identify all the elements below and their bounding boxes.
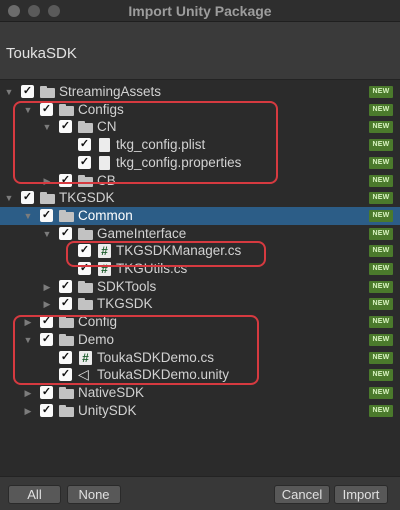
footer: All None Cancel Import: [0, 476, 400, 510]
item-checkbox[interactable]: ✓: [59, 226, 72, 240]
folder-icon: [40, 191, 55, 205]
folder-icon: [40, 85, 55, 99]
tree-row[interactable]: ▶ ✓ SDKTools NEW: [0, 278, 400, 296]
item-checkbox[interactable]: ✓: [40, 385, 53, 399]
collapsed-arrow-icon[interactable]: ▶: [22, 405, 34, 417]
expanded-arrow-icon[interactable]: ▼: [22, 210, 34, 222]
folder-icon: [78, 280, 93, 294]
collapsed-arrow-icon[interactable]: ▶: [41, 298, 53, 310]
highlight-box-manager: [66, 241, 266, 267]
new-badge: NEW: [369, 139, 393, 152]
new-badge: NEW: [369, 121, 393, 134]
folder-icon: [78, 227, 93, 241]
new-badge: NEW: [369, 227, 393, 240]
collapsed-arrow-icon[interactable]: ▶: [22, 387, 34, 399]
tree-row[interactable]: ▶ ✓ UnitySDK NEW: [0, 402, 400, 420]
new-badge: NEW: [369, 263, 393, 275]
highlight-box-demo: [13, 315, 259, 385]
new-badge: NEW: [369, 386, 393, 399]
item-checkbox[interactable]: ✓: [59, 279, 72, 293]
tree-row[interactable]: ▼ ✓ StreamingAssets NEW: [0, 83, 400, 101]
item-checkbox[interactable]: ✓: [21, 191, 34, 205]
new-badge: NEW: [369, 369, 393, 382]
item-checkbox[interactable]: ✓: [40, 208, 53, 222]
highlight-box-configs: [13, 101, 278, 184]
new-badge: NEW: [369, 103, 393, 116]
folder-icon: [78, 297, 93, 311]
title-bar: Import Unity Package: [0, 0, 400, 22]
expanded-arrow-icon[interactable]: ▼: [3, 192, 15, 204]
item-checkbox[interactable]: ✓: [40, 403, 53, 417]
tree-item-label: Common: [78, 207, 133, 223]
new-badge: NEW: [369, 298, 393, 311]
new-badge: NEW: [369, 192, 393, 205]
new-badge: NEW: [369, 280, 393, 293]
new-badge: NEW: [369, 209, 393, 222]
tree-row[interactable]: ▶ ✓ NativeSDK NEW: [0, 384, 400, 402]
new-badge: NEW: [369, 86, 393, 98]
folder-icon: [59, 404, 74, 418]
cancel-button[interactable]: Cancel: [274, 485, 330, 504]
item-checkbox[interactable]: ✓: [59, 297, 72, 311]
tree-row[interactable]: ▼ ✓ GameInterface NEW: [0, 225, 400, 243]
expanded-arrow-icon[interactable]: ▼: [41, 228, 53, 240]
select-all-button[interactable]: All: [8, 485, 61, 504]
new-badge: NEW: [369, 333, 393, 346]
new-badge: NEW: [369, 174, 393, 187]
collapsed-arrow-icon[interactable]: ▶: [41, 281, 53, 293]
tree-item-label: SDKTools: [97, 278, 157, 294]
import-button[interactable]: Import: [334, 485, 388, 504]
folder-icon: [59, 386, 74, 400]
new-badge: NEW: [369, 404, 393, 417]
new-badge: NEW: [369, 316, 393, 329]
tree-item-label: TKGSDK: [59, 190, 115, 206]
new-badge: NEW: [369, 351, 393, 364]
tree-row[interactable]: ▶ ✓ TKGSDK NEW: [0, 295, 400, 313]
tree-item-label: UnitySDK: [78, 402, 137, 418]
package-name: ToukaSDK: [6, 45, 77, 62]
expanded-arrow-icon[interactable]: ▼: [3, 86, 15, 98]
tree-item-label: StreamingAssets: [59, 84, 162, 99]
tree-item-label: TKGSDK: [97, 296, 153, 312]
new-badge: NEW: [369, 156, 393, 169]
item-checkbox[interactable]: ✓: [21, 85, 34, 98]
tree-row[interactable]: ▼ ✓ Common NEW: [0, 206, 400, 225]
tree-item-label: NativeSDK: [78, 384, 145, 400]
package-header: ToukaSDK: [0, 22, 400, 80]
tree-item-label: GameInterface: [97, 225, 187, 241]
select-none-button[interactable]: None: [67, 485, 121, 504]
tree-row[interactable]: ▼ ✓ TKGSDK NEW: [0, 189, 400, 207]
new-badge: NEW: [369, 245, 393, 258]
folder-icon: [59, 209, 74, 223]
window-title: Import Unity Package: [128, 3, 272, 19]
